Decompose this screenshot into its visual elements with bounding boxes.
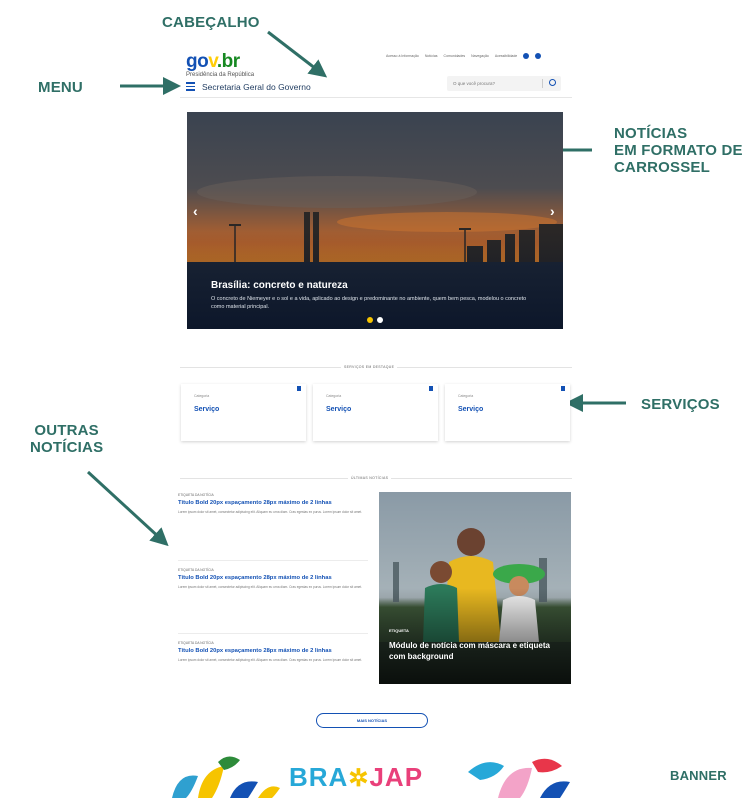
feature-news-tag: ETIQUETA — [389, 628, 409, 633]
chevron-right-icon[interactable]: › — [550, 203, 555, 219]
banner-title[interactable]: BRA✲JAP — [289, 762, 423, 793]
chevron-left-icon[interactable]: ‹ — [193, 203, 198, 219]
more-news-button[interactable]: MAIS NOTÍCIAS — [316, 713, 428, 728]
banner-text-right: JAP — [369, 762, 424, 792]
service-card-category: Categoria — [326, 394, 342, 398]
service-card-2[interactable]: Categoria Serviço — [313, 384, 438, 441]
site-name[interactable]: Secretaria Geral do Governo — [202, 82, 311, 92]
search-separator — [542, 79, 543, 88]
search-placeholder: O que você procura? — [453, 81, 496, 86]
bookmark-icon — [429, 386, 433, 391]
govbr-logo[interactable]: gov.br — [186, 51, 240, 73]
news-section-label: ÚLTIMAS NOTÍCIAS — [348, 476, 392, 480]
feature-news-title[interactable]: Módulo de notícia com máscara e etiqueta… — [389, 640, 559, 662]
carousel-slide-description: O concreto de Niemeyer e o sol e a vida,… — [211, 296, 527, 310]
utility-links: Acesso à Informação Notícias Comunidades… — [386, 53, 542, 59]
annotation-carousel-line1: NOTÍCIAS — [614, 125, 688, 142]
news-item-tag: ETIQUETA DA NOTÍCIA — [178, 493, 214, 497]
annotation-carousel-line2: EM FORMATO DE — [614, 142, 743, 159]
bookmark-icon — [297, 386, 301, 391]
news-item-body: Lorem ipsum dolor sit amet, consectetur … — [178, 510, 363, 514]
service-card-name: Serviço — [458, 406, 484, 413]
search-icon[interactable] — [549, 79, 556, 86]
news-item-tag: ETIQUETA DA NOTÍCIA — [178, 568, 214, 572]
news-item-title[interactable]: Título Bold 20px espaçamento 28px máximo… — [178, 575, 368, 581]
service-card-category: Categoria — [194, 394, 210, 398]
news-item-title[interactable]: Título Bold 20px espaçamento 28px máximo… — [178, 500, 368, 506]
carousel-pagination — [367, 317, 383, 323]
annotation-banner: BANNER — [670, 768, 727, 783]
services-section-label: SERVIÇOS EM DESTAQUE — [341, 365, 398, 369]
util-link-acessibilidade[interactable]: Acessibilidade — [495, 54, 517, 58]
service-card-name: Serviço — [194, 406, 220, 413]
search-input[interactable]: O que você procura? — [447, 76, 561, 91]
header-subtitle: Presidência da República — [186, 72, 255, 78]
util-link-comunidades[interactable]: Comunidades — [444, 54, 466, 58]
banner-right-flowers — [468, 758, 570, 798]
news-item-body: Lorem ipsum dolor sit amet, consectetur … — [178, 658, 363, 662]
header-divider — [180, 97, 572, 98]
logo-part-br: .br — [216, 51, 240, 72]
news-item-2[interactable]: ETIQUETA DA NOTÍCIA Título Bold 20px esp… — [178, 568, 368, 590]
banner-text-left: BRA — [289, 762, 349, 792]
util-link-noticias[interactable]: Notícias — [425, 54, 438, 58]
service-card-3[interactable]: Categoria Serviço — [445, 384, 570, 441]
annotation-carousel: NOTÍCIAS EM FORMATO DE CARROSSEL — [614, 125, 743, 176]
contrast-icon[interactable] — [523, 53, 530, 59]
logo-part-go: go — [186, 51, 209, 72]
news-item-3[interactable]: ETIQUETA DA NOTÍCIA Título Bold 20px esp… — [178, 641, 368, 663]
bookmark-icon — [561, 386, 565, 391]
carousel-dot-2[interactable] — [377, 317, 383, 323]
news-separator-1 — [178, 560, 368, 561]
annotation-menu: MENU — [38, 79, 83, 96]
logo-part-v: v — [208, 51, 217, 72]
annotation-other-news-line2: NOTÍCIAS — [30, 439, 104, 456]
news-item-1[interactable]: ETIQUETA DA NOTÍCIA Título Bold 20px esp… — [178, 493, 368, 515]
annotation-other-news-line1: OUTRAS — [34, 422, 99, 439]
util-link-navegacao[interactable]: Navegação — [471, 54, 489, 58]
news-separator-2 — [178, 633, 368, 634]
banner-star-icon: ✲ — [348, 765, 370, 792]
annotation-header: CABEÇALHO — [162, 14, 260, 31]
annotation-other-news: OUTRAS NOTÍCIAS — [30, 422, 103, 456]
apps-icon[interactable] — [535, 53, 542, 59]
carousel-slide-title[interactable]: Brasília: concreto e natureza — [211, 280, 348, 291]
feature-news-card[interactable]: ETIQUETA Módulo de notícia com máscara e… — [379, 492, 571, 684]
news-item-title[interactable]: Título Bold 20px espaçamento 28px máximo… — [178, 648, 368, 654]
annotation-carousel-line3: CARROSSEL — [614, 159, 710, 176]
news-carousel[interactable]: ‹ › Brasília: concreto e natureza O conc… — [187, 112, 563, 329]
annotation-services: SERVIÇOS — [641, 396, 720, 413]
news-item-body: Lorem ipsum dolor sit amet, consectetur … — [178, 585, 363, 589]
carousel-dot-1[interactable] — [367, 317, 373, 323]
hamburger-menu-icon[interactable] — [186, 82, 195, 91]
service-card-category: Categoria — [458, 394, 474, 398]
util-link-acesso[interactable]: Acesso à Informação — [386, 54, 419, 58]
service-card-1[interactable]: Categoria Serviço — [181, 384, 306, 441]
banner-left-flowers — [172, 756, 280, 798]
service-card-name: Serviço — [326, 406, 352, 413]
news-item-tag: ETIQUETA DA NOTÍCIA — [178, 641, 214, 645]
